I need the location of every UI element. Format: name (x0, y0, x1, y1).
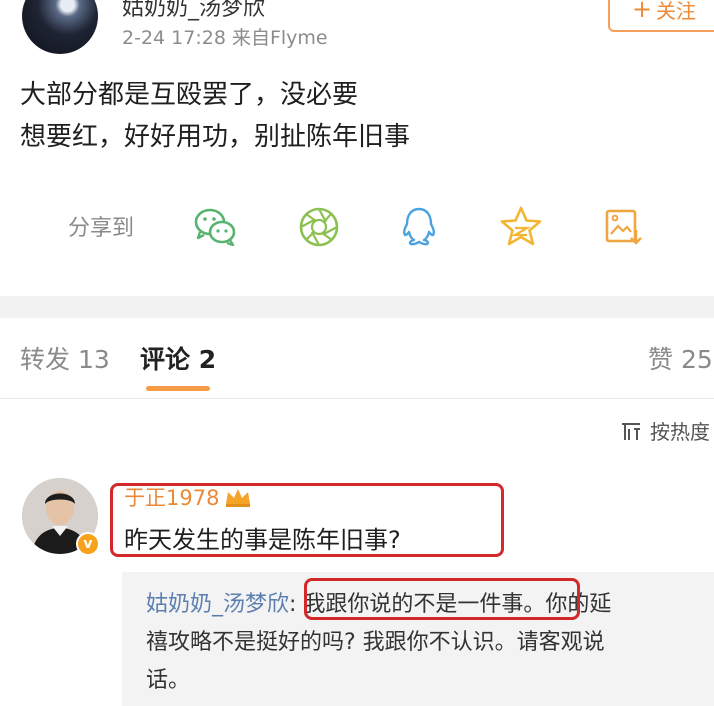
post-body-line: 想要红，好好用功，别扯陈年旧事 (20, 122, 411, 152)
highlight-box (304, 578, 580, 620)
tab-repost[interactable]: 转发 13 (20, 340, 110, 376)
follow-button[interactable]: + 关注 (608, 0, 714, 32)
image-save-icon[interactable] (600, 204, 646, 250)
section-divider (0, 296, 714, 318)
reply-line: 禧攻略不是挺好的吗? 我跟你不认识。请客观说 (146, 630, 605, 655)
sort-label: 按热度 (650, 420, 710, 444)
share-label: 分享到 (68, 216, 135, 241)
reply-separator: : (289, 592, 304, 617)
highlight-box (110, 483, 504, 557)
post-meta: 2-24 17:28 来自Flyme (122, 27, 328, 49)
tab-like[interactable]: 赞 25 (648, 340, 713, 376)
author-name[interactable]: 姑奶奶_汤梦欣 (122, 0, 265, 22)
reply-author[interactable]: 姑奶奶_汤梦欣 (146, 592, 289, 617)
tabs-divider (0, 398, 714, 399)
post-body: 大部分都是互殴罢了，没必要 想要红，好好用功，别扯陈年旧事 (20, 74, 410, 158)
author-avatar[interactable] (22, 0, 98, 54)
moments-icon[interactable] (296, 204, 342, 250)
reply-line: 话。 (146, 668, 191, 693)
verified-badge-icon: v (76, 532, 100, 556)
qq-icon[interactable] (396, 204, 442, 250)
wechat-icon[interactable] (192, 204, 238, 250)
active-tab-indicator (146, 386, 210, 391)
tab-comments[interactable]: 评论 2 (140, 340, 216, 376)
follow-label: 关注 (656, 0, 697, 23)
post-body-line: 大部分都是互殴罢了，没必要 (20, 80, 359, 110)
sort-icon (620, 420, 642, 442)
sort-by-hot-button[interactable]: 按热度 (620, 416, 710, 445)
qzone-icon[interactable] (498, 204, 544, 250)
plus-icon: + (631, 0, 653, 23)
